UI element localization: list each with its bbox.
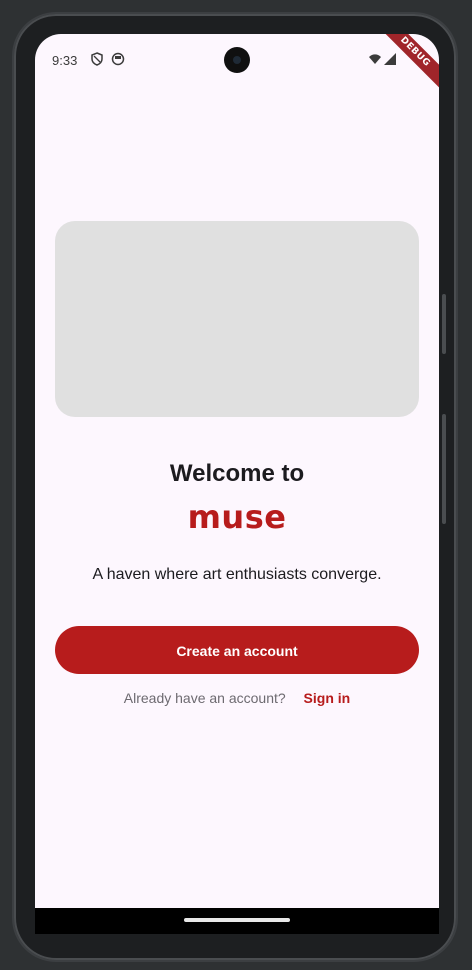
signal-icon [383,52,397,66]
signin-row: Already have an account? Sign in [35,690,439,706]
welcome-title: Welcome to [169,460,305,487]
tagline: A haven where art enthusiasts converge. [92,566,382,583]
signin-link[interactable]: Sign in [304,690,351,706]
brand-name: muse [187,498,287,536]
volume-button [442,294,446,354]
power-button [442,414,446,524]
camera-lens [233,56,241,64]
create-account-button[interactable]: Create an account [55,626,419,674]
navigation-bar [35,908,439,934]
face-icon [111,52,125,66]
signin-prompt: Already have an account? [123,690,286,706]
app-screen: 9:33 DEBUG Welcome to muse A haven where… [35,34,439,934]
status-bar: 9:33 DEBUG [35,34,439,92]
shield-icon [90,52,104,66]
home-indicator[interactable] [184,918,290,922]
hero-image-placeholder [55,221,419,417]
front-camera [224,47,250,73]
wifi-icon [368,52,382,66]
status-time: 9:33 [52,53,78,68]
